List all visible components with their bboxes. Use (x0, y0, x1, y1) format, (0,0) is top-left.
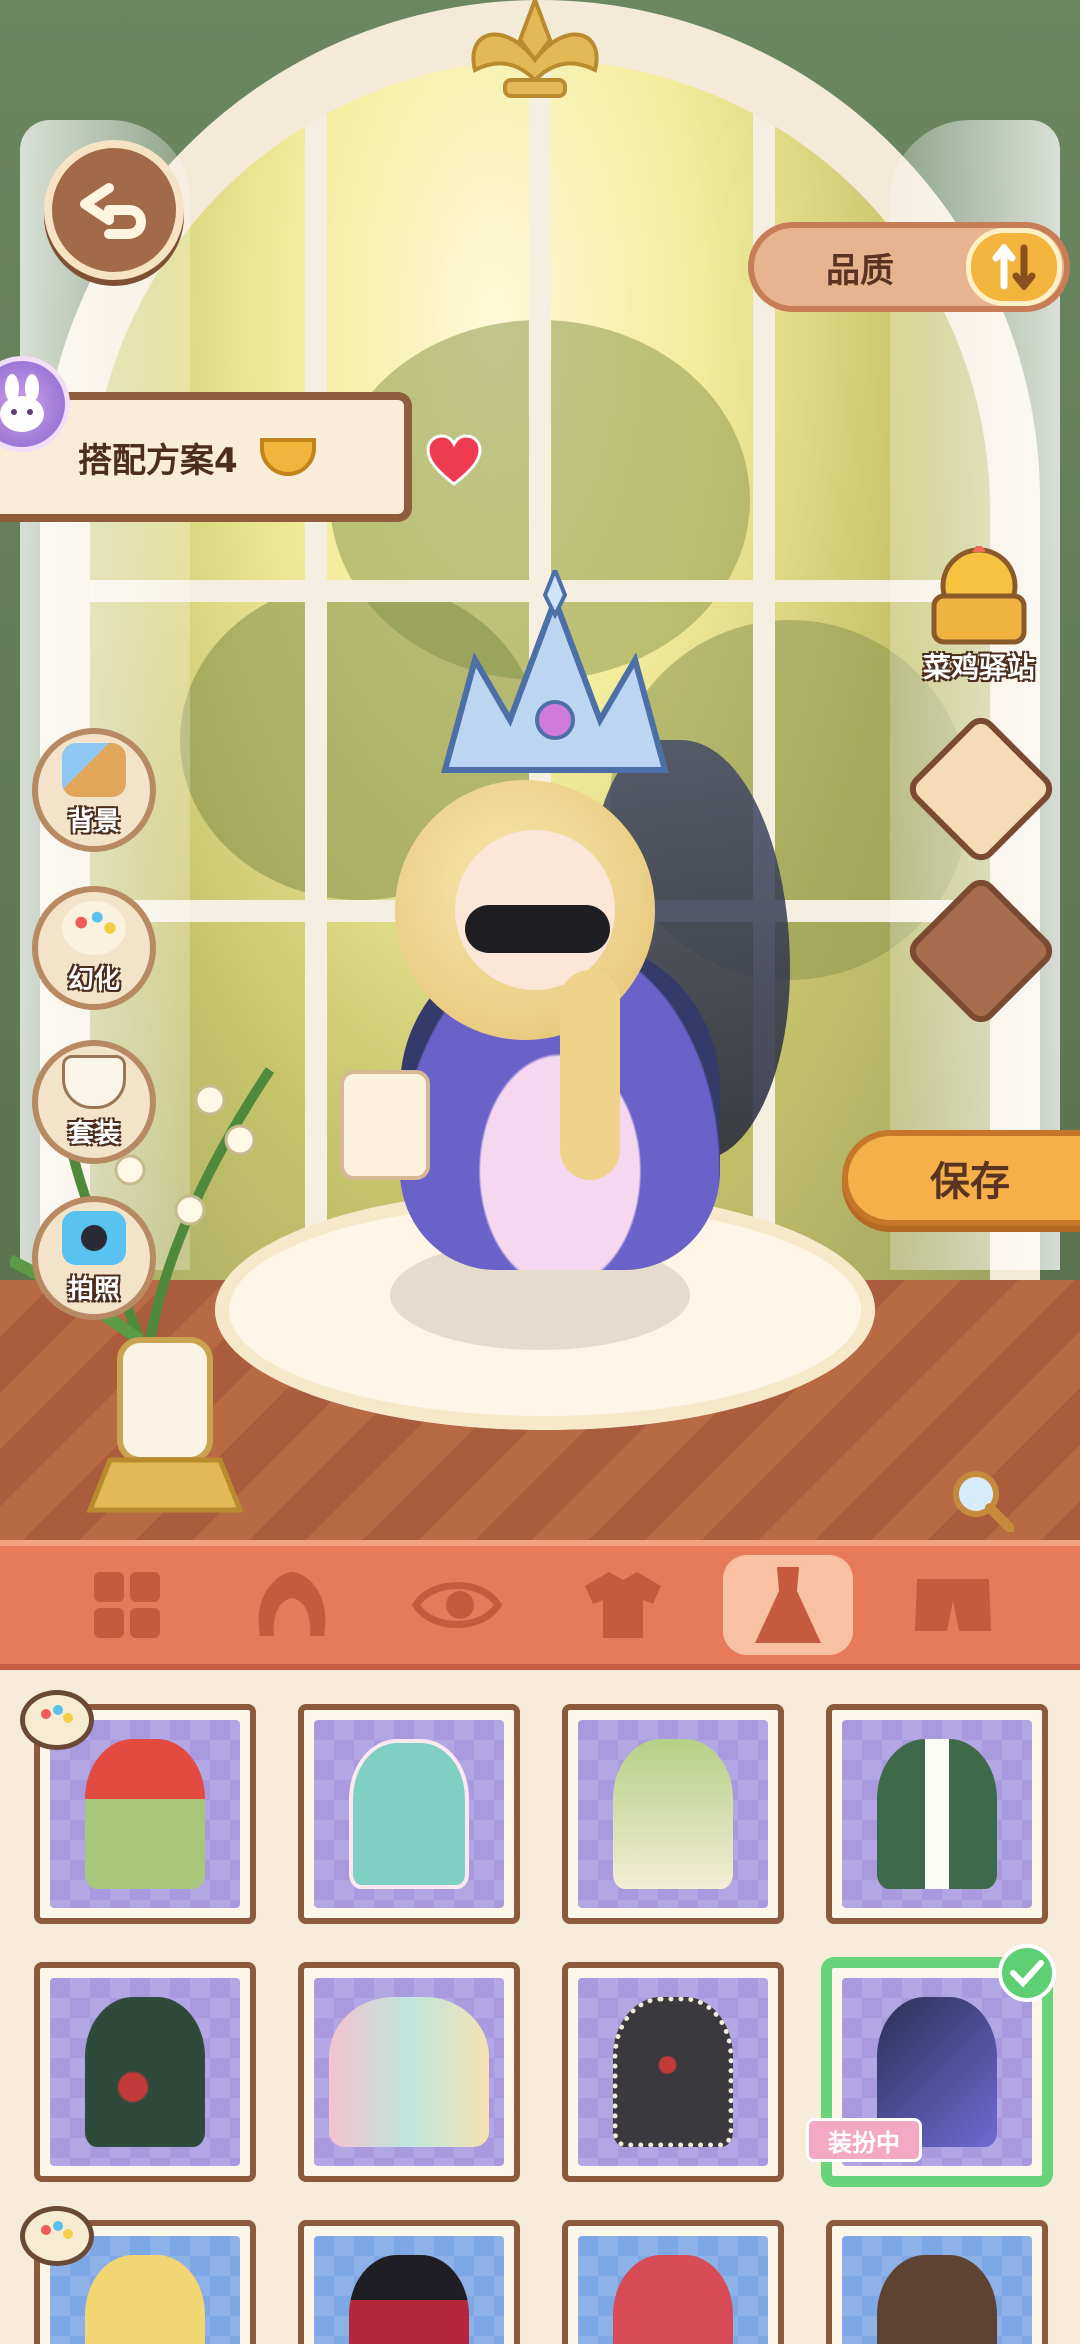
garment-thumbnail (85, 1739, 205, 1889)
hair-icon (258, 1572, 326, 1636)
chick-station-button[interactable]: 菜鸡驿站 (914, 546, 1044, 686)
garment-thumbnail (613, 2255, 733, 2344)
back-button[interactable] (44, 140, 184, 280)
garment-thumbnail (349, 2255, 469, 2344)
garment-thumbnail (85, 2255, 205, 2344)
palette-icon (20, 1690, 94, 1750)
transform-button[interactable]: 幻化 (32, 886, 156, 1010)
garment-thumbnail (349, 1739, 469, 1889)
tiara-icon (441, 570, 669, 773)
item-card[interactable] (826, 2220, 1048, 2344)
item-card[interactable] (298, 1962, 520, 2182)
lace-mask (465, 905, 610, 953)
item-card[interactable] (34, 1962, 256, 2182)
top-icon (584, 1572, 661, 1638)
sort-arrows-icon (992, 244, 1036, 290)
bunny-face-icon (0, 374, 44, 432)
character-button[interactable]: 人物 (903, 711, 1059, 867)
item-card[interactable] (826, 1704, 1048, 1924)
grid-icon (93, 1572, 160, 1638)
hanger-icon (62, 1055, 126, 1109)
tab-bottoms[interactable] (888, 1555, 1018, 1655)
garment-thumbnail (329, 1997, 489, 2147)
chick-basket-icon (931, 546, 1027, 645)
background-button[interactable]: 背景 (32, 728, 156, 852)
save-button[interactable]: 保存 (842, 1130, 1080, 1226)
checkmark-icon (1010, 1960, 1044, 1987)
palette-icon (20, 2206, 94, 2266)
plan-dropdown-icon[interactable] (259, 438, 316, 476)
garment-thumbnail (613, 1997, 733, 2147)
eye-icon (412, 1582, 503, 1628)
camera-icon (62, 1211, 126, 1265)
check-icon (998, 1944, 1056, 2002)
tab-dresses[interactable] (722, 1555, 853, 1655)
sort-toggle-button[interactable] (966, 228, 1062, 306)
item-card[interactable] (298, 1704, 520, 1924)
photo-button[interactable]: 拍照 (32, 1196, 156, 1320)
garment-thumbnail (877, 2255, 997, 2344)
tab-all[interactable] (62, 1555, 192, 1655)
tab-eyes[interactable] (392, 1555, 522, 1655)
item-card[interactable] (562, 1704, 784, 1924)
character-braid (560, 970, 620, 1180)
quality-sort[interactable]: 品质 (748, 222, 1070, 312)
palette-dots-icon (41, 1705, 73, 1723)
outfit-set-button[interactable]: 套装 (32, 1040, 156, 1164)
garment-thumbnail (877, 1739, 997, 1889)
heart-favorite-icon[interactable] (426, 434, 482, 486)
tab-hair[interactable] (227, 1555, 357, 1655)
shorts-icon (915, 1579, 992, 1631)
fleur-de-lis-crest-icon (471, 0, 599, 98)
item-card[interactable] (298, 2220, 520, 2344)
brush-icon (62, 743, 126, 797)
garment-thumbnail (613, 1739, 733, 1889)
quality-label: 品质 (826, 250, 894, 291)
category-tab-bar (0, 1540, 1080, 1670)
wearing-status-badge: 装扮中 (806, 2118, 922, 2162)
fufu-pet-button[interactable]: 福福 (903, 873, 1059, 1029)
dress-icon (754, 1567, 821, 1643)
palette-icon (62, 901, 126, 955)
item-card[interactable] (562, 1962, 784, 2182)
garment-thumbnail (85, 1997, 205, 2147)
zoom-magnifier-icon[interactable] (950, 1468, 1014, 1532)
palette-dots-icon (41, 2221, 73, 2239)
back-arrow-icon (80, 183, 146, 239)
item-card[interactable] (562, 2220, 784, 2344)
tab-tops[interactable] (558, 1555, 688, 1655)
outfit-plan-label: 搭配方案4 (78, 440, 238, 481)
dressed-character[interactable] (340, 570, 790, 1330)
